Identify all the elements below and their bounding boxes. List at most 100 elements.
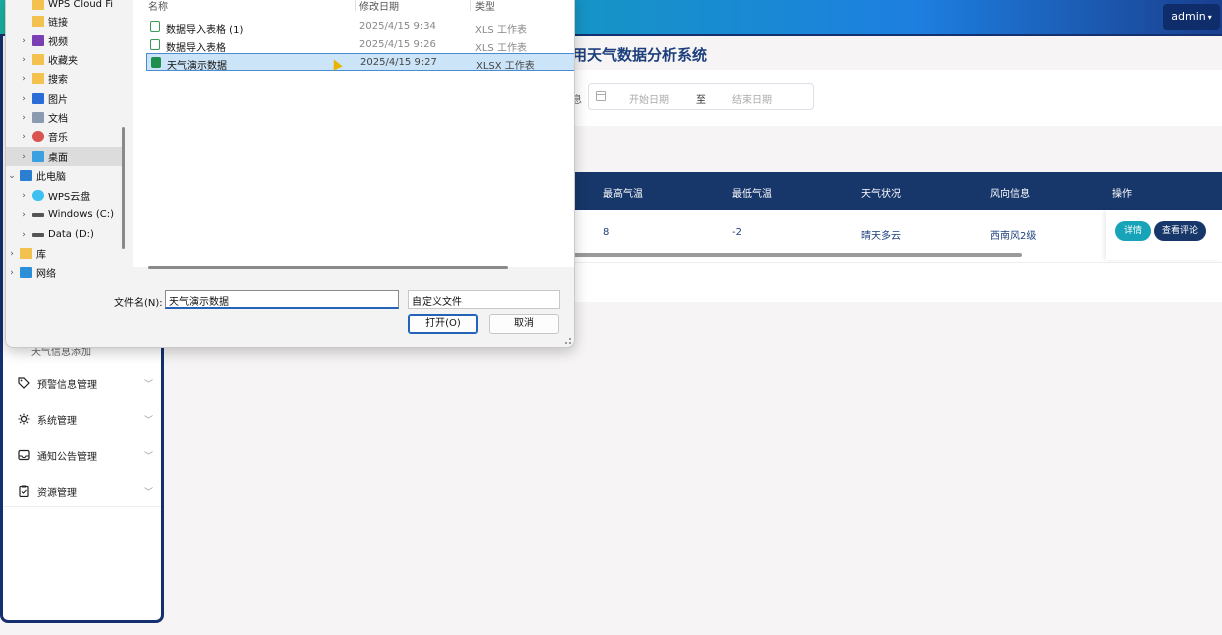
open-button[interactable]: 打开(O) [408,314,478,334]
end-date-input[interactable]: 结束日期 [732,91,772,106]
nav-item-label: 此电脑 [36,172,66,183]
nav-item-label: WPS云盘 [48,192,91,203]
chevron-right-icon[interactable]: › [6,249,18,259]
nav-item-links[interactable]: 链接 [6,12,122,31]
cancel-button[interactable]: 取消 [489,314,559,334]
folder-icon [32,0,44,10]
sidebar-item-notice[interactable]: 通知公告管理 ﹀ [17,445,157,465]
nav-item-label: 链接 [48,18,68,29]
date-range-picker[interactable]: 开始日期 至 结束日期 [588,83,814,110]
sidebar-item-system[interactable]: 系统管理 ﹀ [17,409,157,429]
chevron-right-icon[interactable]: › [18,94,30,104]
nav-item-music[interactable]: › 音乐 [6,127,122,146]
chevron-down-icon[interactable]: ⌄ [169,294,393,304]
cell-weather: 晴天多云 [861,231,901,242]
column-header: 操作 [1112,189,1132,200]
filename-label: 文件名(N): [114,298,163,309]
chevron-down-icon[interactable]: ⌄ [412,294,554,304]
nav-item-libraries[interactable]: › 库 [6,244,122,263]
file-row-selected[interactable]: 天气演示数据 2025/4/15 9:27 XLSX 工作表 [146,53,574,72]
sidebar-item-label: 系统管理 [37,415,77,427]
nav-item-desktop[interactable]: › 桌面 [6,147,122,166]
resize-grip-icon[interactable] [565,338,571,344]
sidebar-item-resource[interactable]: 资源管理 ﹀ [17,481,157,501]
cell-min-temp: -2 [732,227,742,238]
weather-table: 最高气温 最低气温 天气状况 风向信息 操作 8 -2 晴天多云 西南风2级 详… [572,172,1222,302]
column-divider[interactable] [355,0,356,11]
file-row[interactable]: 数据导入表格 2025/4/15 9:26 XLS 工作表 [146,36,574,54]
gear-icon [17,412,31,426]
nav-item-search[interactable]: › 搜索 [6,69,122,88]
library-icon [20,248,32,259]
user-menu-button[interactable]: admin ▾ [1163,4,1220,30]
column-header-modified[interactable]: 修改日期 [359,0,399,13]
nav-item-label: 搜索 [48,75,68,86]
column-header: 风向信息 [990,189,1030,200]
chevron-right-icon[interactable]: › [18,230,30,240]
nav-item-label: 音乐 [48,133,68,144]
folder-icon [32,73,44,84]
drive-icon [32,232,44,237]
chevron-right-icon[interactable]: › [6,268,18,278]
page-title: 用天气数据分析系统 [572,46,708,64]
nav-item-label: 收藏夹 [48,56,78,67]
nav-item-network[interactable]: › 网络 [6,263,122,282]
picture-icon [32,93,44,104]
table-scrollbar[interactable] [572,253,1022,257]
chevron-down-icon: ﹀ [143,451,153,462]
nav-item-favorites[interactable]: › 收藏夹 [6,50,122,69]
date-separator: 至 [696,95,706,106]
table-header: 最高气温 最低气温 天气状况 风向信息 操作 [572,172,1222,210]
detail-button[interactable]: 详情 [1115,221,1151,241]
file-list-scrollbar[interactable] [148,266,508,269]
chevron-right-icon[interactable]: › [18,55,30,65]
cloud-icon [32,190,44,201]
start-date-input[interactable]: 开始日期 [629,91,669,106]
column-header: 最高气温 [603,189,643,200]
chevron-right-icon[interactable]: › [18,74,30,84]
file-date: 2025/4/15 9:34 [359,21,436,32]
nav-item-videos[interactable]: › 视频 [6,31,122,50]
nav-item-this-pc[interactable]: ⌄ 此电脑 [6,166,122,185]
chevron-right-icon[interactable]: › [18,132,30,142]
user-name: admin [1171,10,1206,23]
nav-item-label: 网络 [36,269,56,280]
chevron-right-icon[interactable]: › [18,113,30,123]
nav-item-drive-c[interactable]: › Windows (C:) [6,205,122,224]
nav-item-label: Data (D:) [48,229,94,240]
nav-item-documents[interactable]: › 文档 [6,108,122,127]
view-comments-button[interactable]: 查看评论 [1154,221,1206,241]
nav-item-label: 图片 [48,95,68,106]
nav-item-label: Windows (C:) [48,209,114,220]
file-type-select[interactable]: 自定义文件 ⌄ [408,290,560,309]
computer-icon [20,170,32,181]
file-type: XLS 工作表 [475,25,527,36]
sidebar-divider [3,506,161,507]
nav-scrollbar[interactable] [122,127,125,249]
chevron-right-icon[interactable]: › [18,152,30,162]
column-divider[interactable] [470,0,471,11]
chevron-down-icon[interactable]: ⌄ [6,171,18,181]
chevron-right-icon[interactable]: › [18,36,30,46]
cell-max-temp: 8 [603,227,610,238]
video-icon [32,35,44,46]
music-icon [32,131,44,142]
column-header: 最低气温 [732,189,772,200]
file-name: 数据导入表格 (1) [166,25,244,36]
chevron-right-icon[interactable]: › [18,210,30,220]
file-type: XLSX 工作表 [476,61,535,72]
column-header-name[interactable]: 名称 [148,0,168,13]
nav-item-wps-cloud-drive[interactable]: › WPS云盘 [6,186,122,205]
divider [572,262,1222,263]
file-row[interactable]: 数据导入表格 (1) 2025/4/15 9:34 XLS 工作表 [146,18,574,36]
sidebar-item-label: 通知公告管理 [37,451,97,463]
sidebar-item-warning[interactable]: 预警信息管理 ﹀ [17,373,157,393]
drive-icon [32,212,44,217]
filename-input[interactable]: 天气演示数据 ⌄ [165,290,399,309]
nav-item-pictures[interactable]: › 图片 [6,89,122,108]
nav-item-drive-d[interactable]: › Data (D:) [6,225,122,244]
chevron-right-icon[interactable]: › [18,191,30,201]
inbox-icon [17,448,31,462]
nav-item-label: 桌面 [48,153,68,164]
column-header-type[interactable]: 类型 [475,0,495,13]
